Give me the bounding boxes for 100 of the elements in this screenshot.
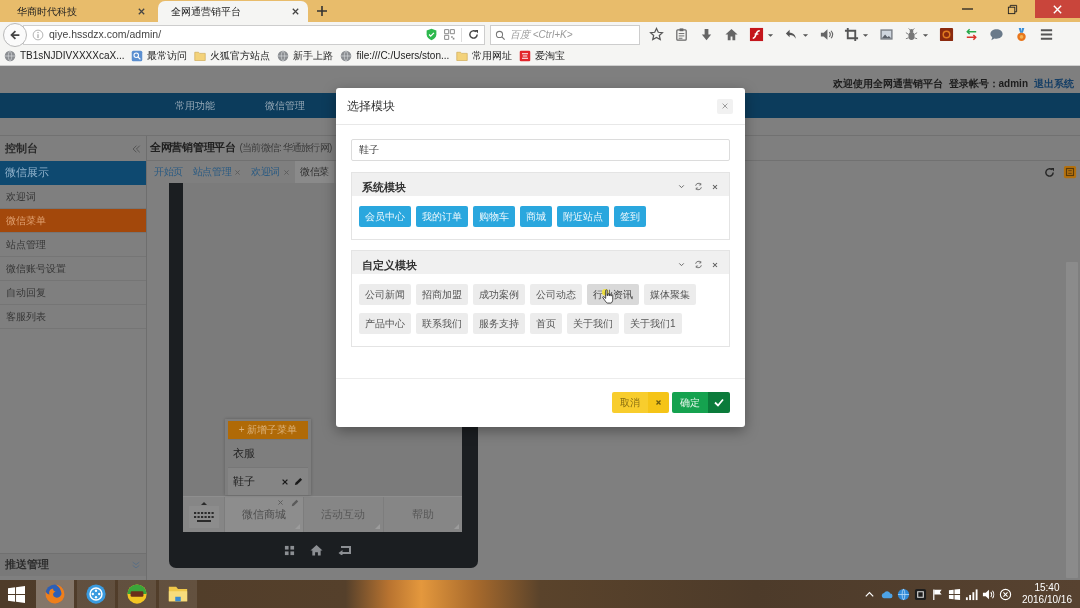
list-square-icon[interactable] xyxy=(1063,165,1077,179)
sidebar-item[interactable]: 自动回复 xyxy=(0,281,146,305)
module-button[interactable]: 公司新闻 xyxy=(359,284,411,305)
page-tab[interactable]: 微信菜 xyxy=(295,161,334,183)
sidebar-item[interactable]: 客服列表 xyxy=(0,305,146,329)
notification-icon[interactable] xyxy=(998,587,1012,601)
bookmark-link[interactable]: 常用网址 xyxy=(456,50,513,62)
shield-icon[interactable] xyxy=(425,28,438,41)
module-button[interactable]: 媒体聚集 xyxy=(644,284,696,305)
name-field[interactable]: 鞋子 xyxy=(351,139,730,161)
clipboard-icon[interactable] xyxy=(674,27,689,42)
close-icon[interactable] xyxy=(291,7,300,16)
module-button[interactable]: 服务支持 xyxy=(473,313,525,334)
star-icon[interactable] xyxy=(649,27,664,42)
browser-tab[interactable]: 全网通营销平台 xyxy=(158,1,308,22)
chevron-down-icon[interactable] xyxy=(677,260,686,269)
modal-title: 选择模块 xyxy=(347,98,395,114)
module-button[interactable]: 我的订单 xyxy=(416,206,468,227)
close-icon[interactable] xyxy=(281,477,289,486)
welcome-text: 欢迎使用全网通营销平台 xyxy=(832,78,943,90)
sidebar-group-header[interactable]: 微信展示 xyxy=(0,161,146,185)
address-field[interactable]: qiye.hssdzx.com/admin/ xyxy=(23,24,485,45)
browser-tab[interactable]: 华商时代科技 xyxy=(4,1,154,22)
medal-icon[interactable] xyxy=(1014,27,1029,42)
module-button[interactable]: 附近站点 xyxy=(557,206,609,227)
module-button[interactable]: 签到 xyxy=(614,206,646,227)
close-button[interactable] xyxy=(717,98,733,114)
grid-icon[interactable] xyxy=(283,544,295,556)
dial-icon xyxy=(85,583,107,605)
close-icon[interactable] xyxy=(711,260,719,269)
back-button[interactable] xyxy=(3,22,27,47)
close-button[interactable] xyxy=(1035,0,1080,18)
keyboard-icon[interactable] xyxy=(188,506,219,528)
sidebar-item[interactable]: 站点管理 xyxy=(0,233,146,257)
module-button[interactable]: 公司动态 xyxy=(530,284,582,305)
sidebar-group-header[interactable]: 推送管理 xyxy=(0,553,146,576)
windows-icon[interactable] xyxy=(947,587,961,601)
search-icon xyxy=(495,29,506,41)
new-tab-button[interactable] xyxy=(316,5,328,17)
return-arrow-icon[interactable] xyxy=(337,545,352,555)
square-app-icon[interactable] xyxy=(913,587,927,601)
image-icon[interactable] xyxy=(879,27,894,42)
taskbar-button[interactable] xyxy=(159,580,197,608)
speaker-icon[interactable] xyxy=(981,587,995,601)
bookmark-link[interactable]: 爱淘宝 xyxy=(519,50,566,62)
submenu-item[interactable]: 鞋子 xyxy=(228,467,308,495)
module-button[interactable]: 成功案例 xyxy=(473,284,525,305)
nav-link[interactable]: 微信管理 xyxy=(265,99,305,112)
smart-folder-icon xyxy=(131,50,144,62)
module-button[interactable]: 招商加盟 xyxy=(416,284,468,305)
panel-title: 自定义模块 xyxy=(362,258,417,273)
taskbar-button[interactable] xyxy=(77,580,115,608)
folder-icon xyxy=(456,50,469,62)
bug-icon[interactable] xyxy=(904,27,919,42)
globe-icon[interactable] xyxy=(896,587,910,601)
reload-icon[interactable] xyxy=(1043,165,1056,179)
reload-icon[interactable] xyxy=(467,28,480,41)
bookmark-link[interactable]: 最常访问 xyxy=(131,50,188,62)
double-chevron-down-icon xyxy=(131,560,141,570)
module-button[interactable]: 商城 xyxy=(520,206,552,227)
refresh-icon[interactable] xyxy=(694,260,703,269)
globe-icon xyxy=(277,50,290,62)
signal-icon[interactable] xyxy=(964,587,978,601)
module-button[interactable]: 联系我们 xyxy=(416,313,468,334)
ring-icon[interactable] xyxy=(939,27,954,42)
taskbar-button[interactable] xyxy=(118,580,156,608)
module-button[interactable]: 购物车 xyxy=(473,206,515,227)
close-icon[interactable] xyxy=(711,182,719,191)
crop-icon[interactable] xyxy=(844,27,859,42)
ball-icon xyxy=(126,583,148,605)
plugin-icon[interactable] xyxy=(749,27,764,42)
module-button[interactable]: 关于我们1 xyxy=(624,313,682,334)
pencil-icon[interactable] xyxy=(294,477,303,486)
qr-code-icon[interactable] xyxy=(443,28,456,41)
check-icon xyxy=(708,392,730,413)
bookmark-link[interactable]: 火狐官方站点 xyxy=(194,50,271,62)
bookmark-link[interactable]: file:///C:/Users/ston... xyxy=(340,50,450,62)
chevron-down-icon[interactable] xyxy=(677,182,686,191)
search-field[interactable]: 百度 <Ctrl+K> xyxy=(490,24,640,45)
module-button[interactable]: 产品中心 xyxy=(359,313,411,334)
clock-date: 2016/10/16 xyxy=(1021,594,1072,606)
module-button[interactable]: 会员中心 xyxy=(359,206,411,227)
bookmark-link[interactable]: 新手上路 xyxy=(277,50,334,62)
bookmark-link[interactable]: TB1sNJDIVXXXXcaX... xyxy=(4,50,125,62)
speaker-icon[interactable] xyxy=(819,27,834,42)
refresh-icon[interactable] xyxy=(694,182,703,191)
minimize-icon xyxy=(962,8,973,10)
sidebar-item[interactable]: 微信菜单 xyxy=(0,209,146,233)
home-icon[interactable] xyxy=(309,544,323,556)
module-button[interactable]: 关于我们 xyxy=(567,313,619,334)
menu-icon[interactable] xyxy=(1039,27,1054,42)
logout-link[interactable]: 退出系统 xyxy=(1034,78,1074,90)
nav-link[interactable]: 常用功能 xyxy=(175,99,215,112)
speech-bubble-icon[interactable] xyxy=(989,27,1004,42)
swap-arrows-icon[interactable] xyxy=(964,27,979,42)
plus-icon xyxy=(316,5,328,17)
close-icon[interactable] xyxy=(137,7,146,16)
flag-icon[interactable] xyxy=(930,587,944,601)
home-icon[interactable] xyxy=(724,27,739,42)
module-button[interactable]: 首页 xyxy=(530,313,562,334)
